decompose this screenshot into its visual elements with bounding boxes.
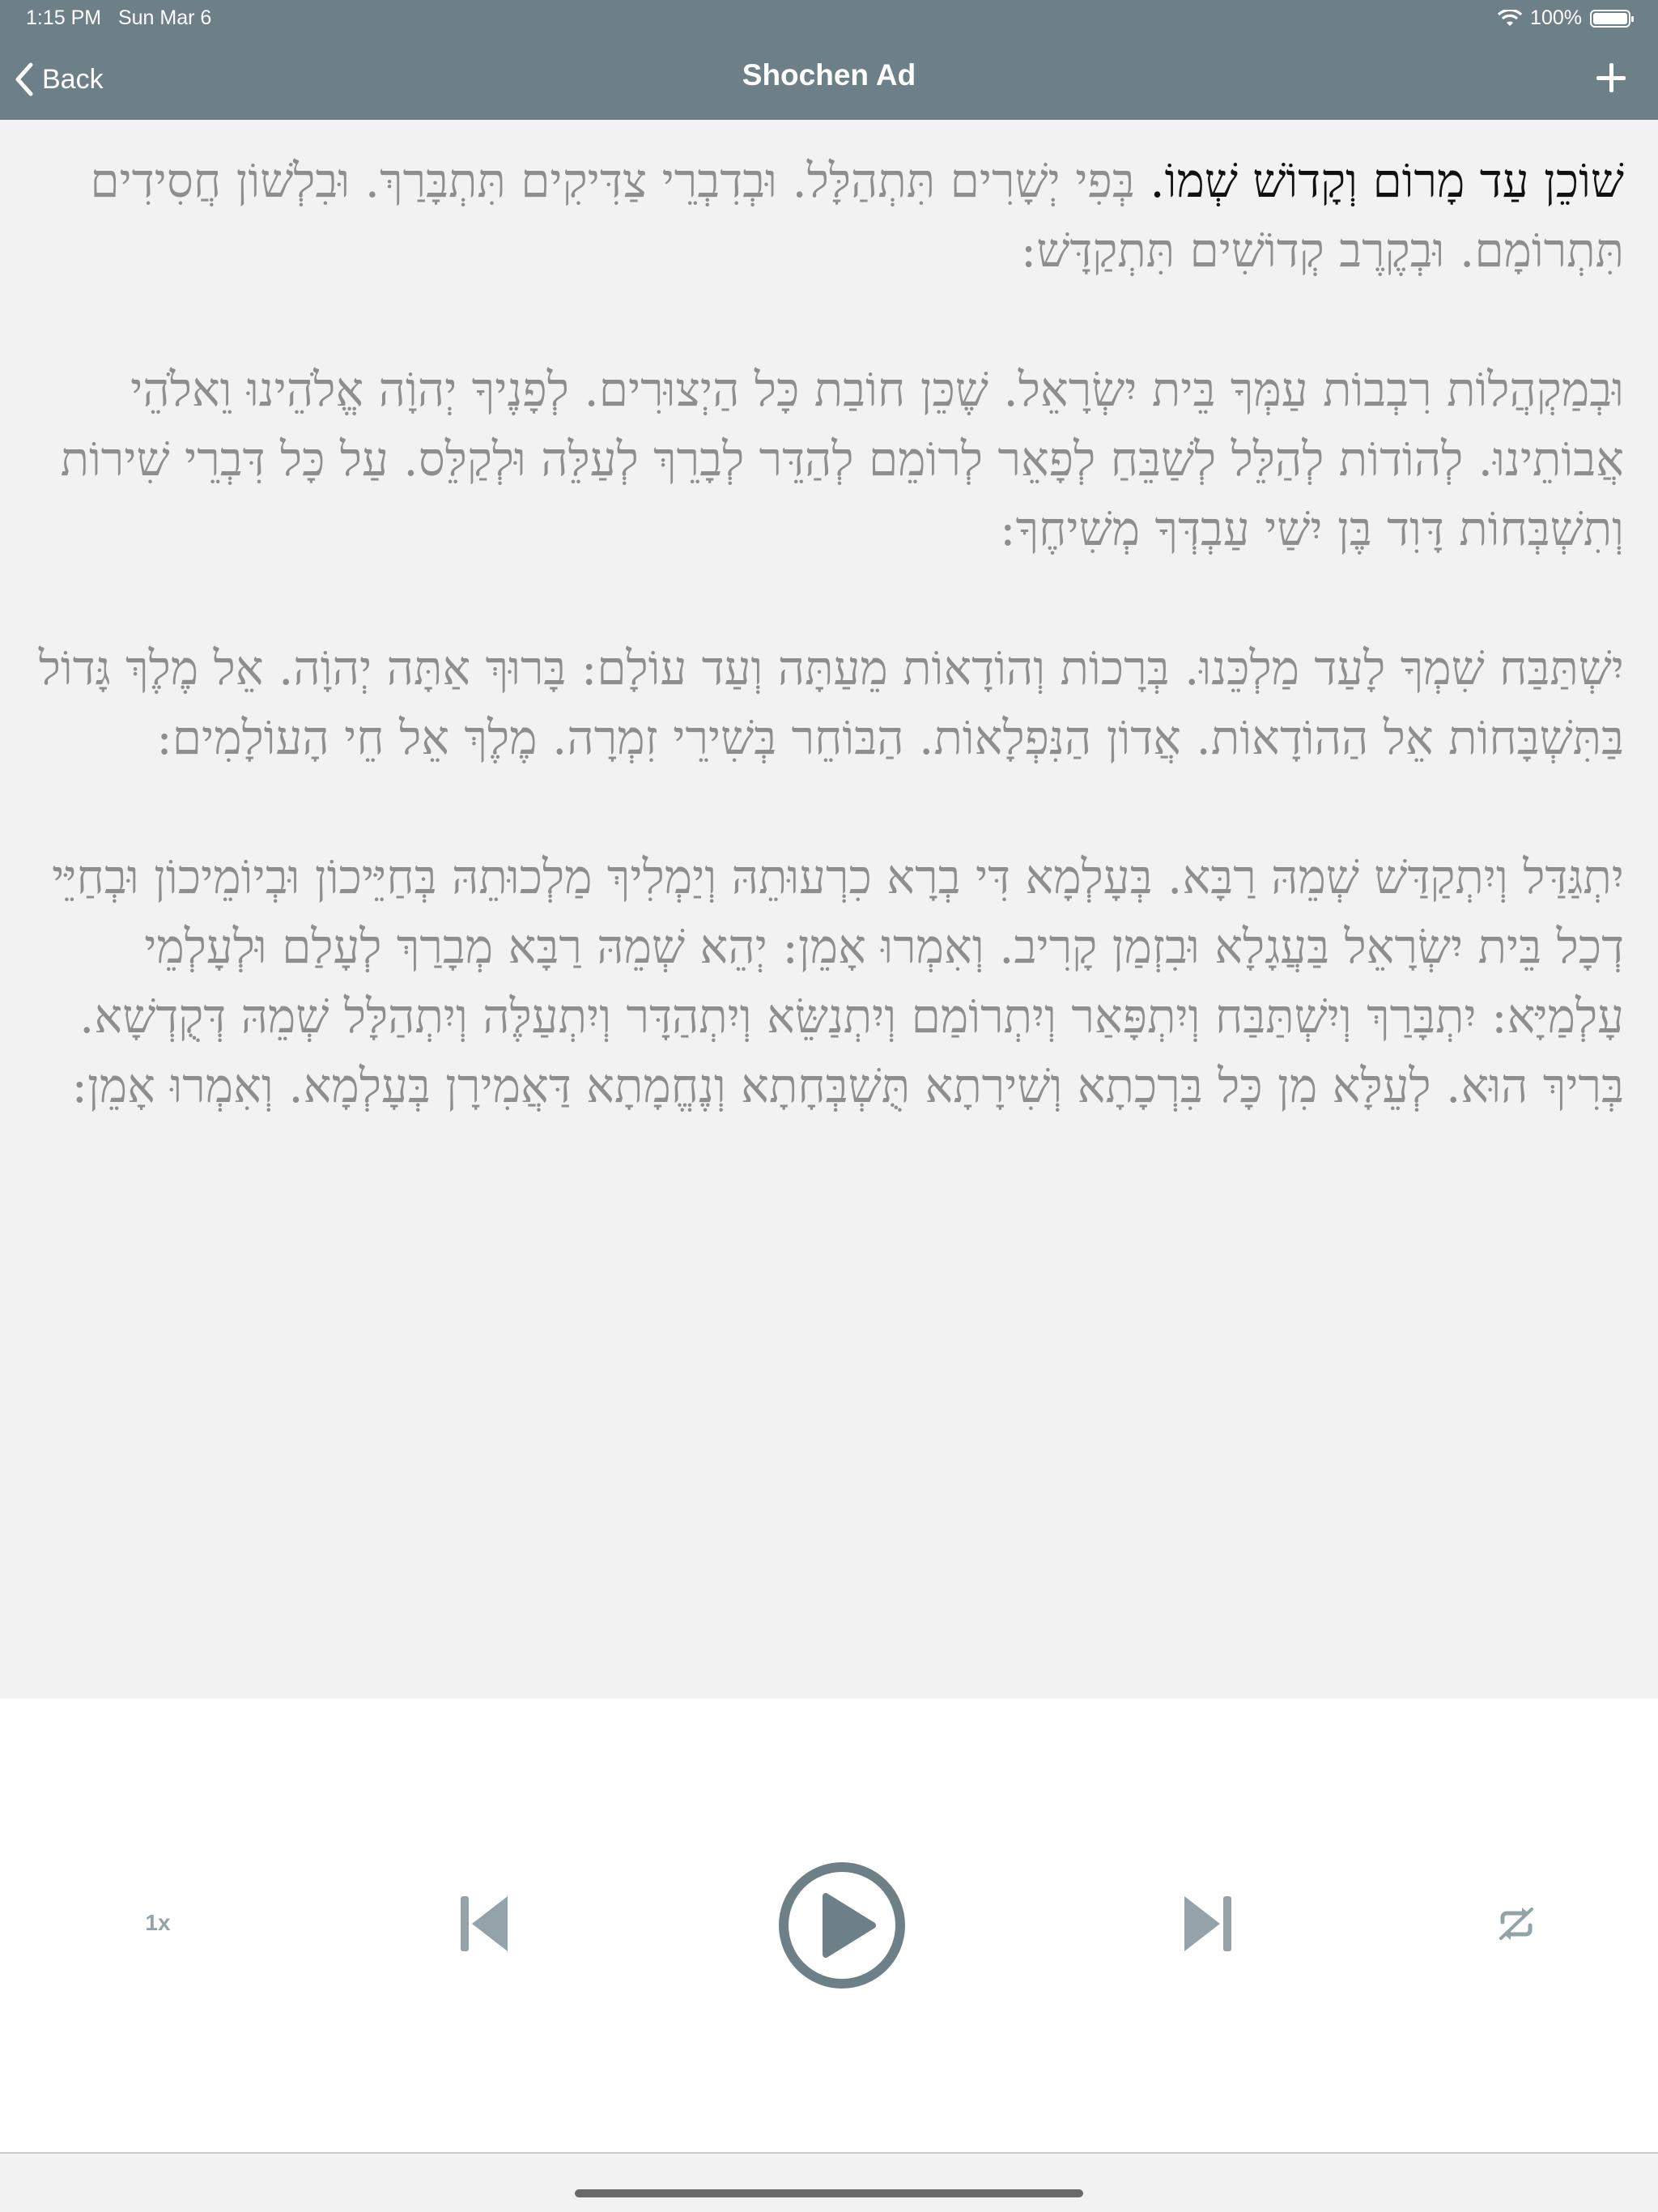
repeat-off-icon (1499, 1908, 1533, 1940)
speed-label: 1x (145, 1910, 171, 1935)
wifi-icon (1498, 9, 1523, 26)
prayer-text: שׁוֹכֵן עַד מָרוֹם וְקָדוֹשׁ שְׁמוֹ. בְּ… (32, 146, 1624, 1684)
battery-icon (1590, 9, 1634, 28)
navigation-header: 1:15 PM Sun Mar 6 100% Back Shochen Ad (0, 0, 1658, 120)
bottom-divider (0, 2152, 1658, 2154)
page-title: Shochen Ad (742, 58, 916, 91)
skip-back-button[interactable] (457, 1891, 510, 1956)
play-button[interactable] (777, 1861, 907, 1990)
playback-speed-button[interactable]: 1x (130, 1903, 186, 1943)
text-paragraph-4: יִתְגַּדַּל וְיִתְקַדַּשׁ שְׁמֵהּ רַבָּא… (52, 849, 1624, 1113)
add-button[interactable] (1592, 58, 1630, 97)
skip-back-icon (461, 1896, 508, 1951)
play-icon (779, 1862, 905, 1989)
status-time: 1:15 PM Sun Mar 6 (26, 6, 212, 29)
text-paragraph-3: יִשְׁתַּבַּח שִׁמְךָ לָעַד מַלְכֵּנוּ. ב… (38, 640, 1624, 765)
skip-forward-icon (1184, 1896, 1231, 1951)
audio-player-controls: 1x (0, 1699, 1658, 2152)
current-phrase: שׁוֹכֵן עַד מָרוֹם וְקָדוֹשׁ שְׁמוֹ. (1150, 153, 1624, 208)
home-indicator[interactable] (575, 2189, 1083, 2197)
battery-percent: 100% (1530, 6, 1582, 29)
skip-forward-button[interactable] (1182, 1891, 1235, 1956)
text-paragraph-1: שׁוֹכֵן עַד מָרוֹם וְקָדוֹשׁ שְׁמוֹ. בְּ… (32, 146, 1624, 285)
repeat-toggle-button[interactable] (1496, 1906, 1537, 1942)
status-right: 100% (1498, 6, 1634, 30)
text-paragraph-2: וּבְמַקְהֲלוֹת רִבְבוֹת עַמְּךָ בֵּית יִ… (60, 362, 1624, 556)
